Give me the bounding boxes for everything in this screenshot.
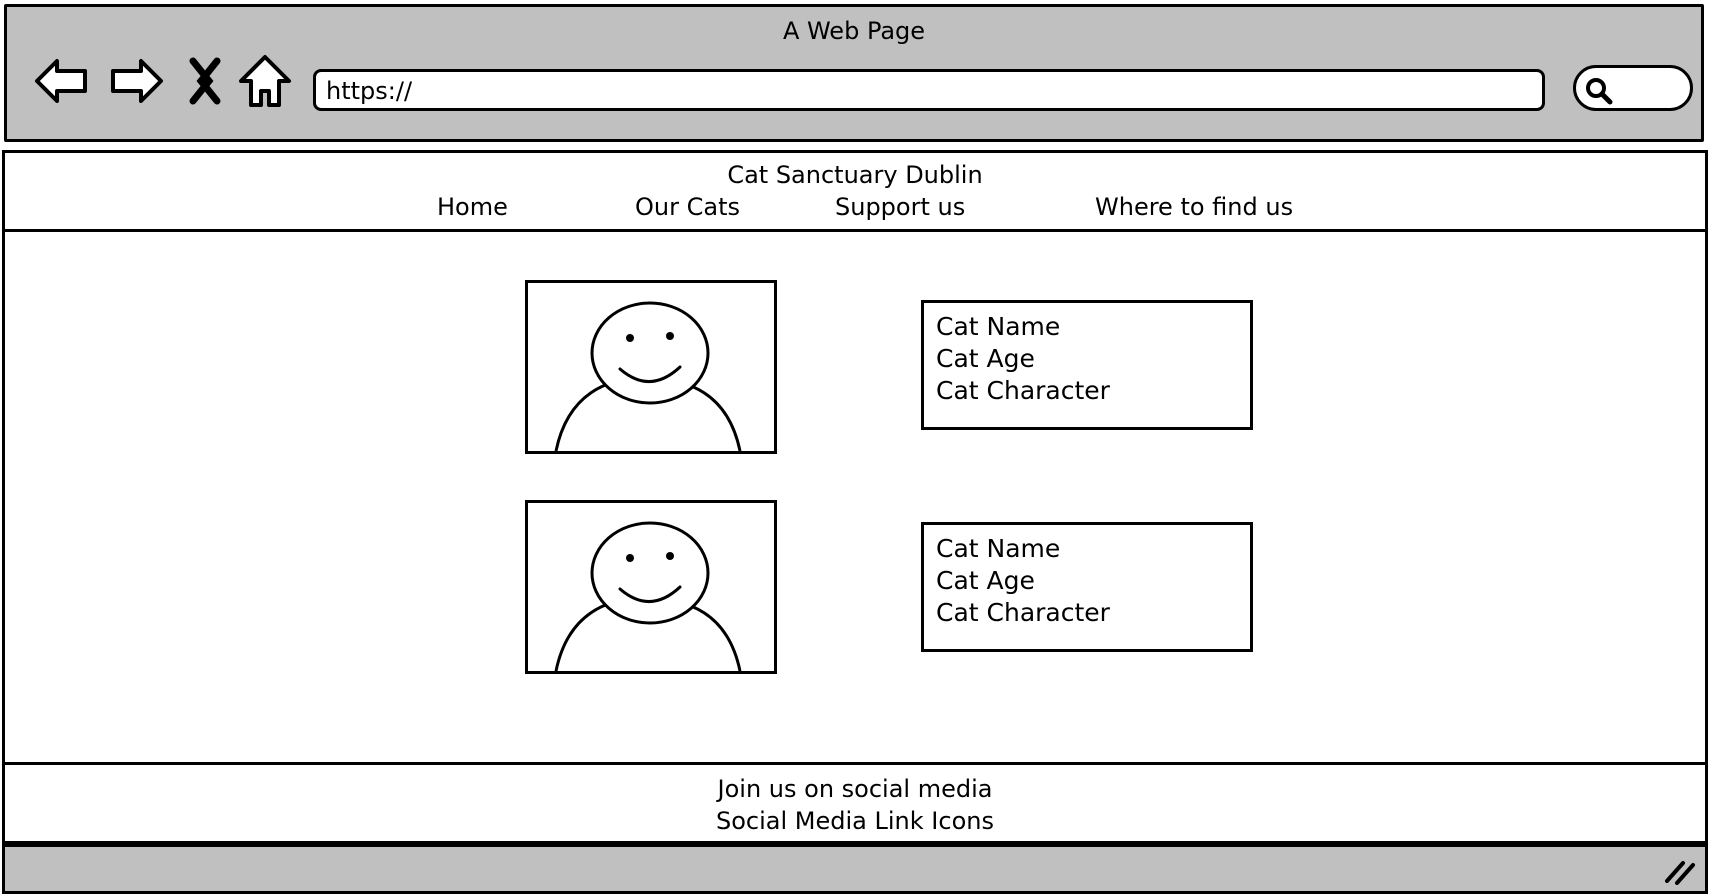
site-footer: Join us on social media Social Media Lin… — [2, 762, 1708, 844]
url-input[interactable]: https:// — [313, 69, 1545, 111]
social-media-links[interactable]: Social Media Link Icons — [5, 805, 1705, 837]
cat-info-card: Cat Name Cat Age Cat Character — [921, 522, 1253, 652]
site-title: Cat Sanctuary Dublin — [727, 161, 983, 189]
footer-social-heading: Join us on social media — [717, 775, 993, 803]
browser-window: A Web Page https:// Cat Sanctuary Dublin… — [0, 0, 1712, 896]
cat-character: Cat Character — [936, 376, 1110, 405]
person-placeholder-icon — [554, 521, 742, 671]
cat-name: Cat Name — [936, 534, 1061, 563]
status-bar — [2, 844, 1708, 894]
back-arrow-icon[interactable] — [31, 49, 95, 113]
cat-character: Cat Character — [936, 598, 1110, 627]
window-title: A Web Page — [782, 17, 926, 45]
cat-name: Cat Name — [936, 312, 1061, 341]
resize-grip-icon[interactable] — [1661, 855, 1697, 885]
home-icon[interactable] — [233, 49, 297, 113]
cat-photo-placeholder — [525, 280, 777, 454]
search-field[interactable] — [1573, 65, 1693, 111]
cat-info-card: Cat Name Cat Age Cat Character — [921, 300, 1253, 430]
nav-support-us[interactable]: Support us — [835, 193, 965, 221]
site-header: Cat Sanctuary Dublin Home Our Cats Suppo… — [2, 150, 1708, 232]
cat-age: Cat Age — [936, 566, 1035, 595]
forward-arrow-icon[interactable] — [103, 49, 167, 113]
cat-age: Cat Age — [936, 344, 1035, 373]
person-placeholder-icon — [554, 301, 742, 451]
nav-our-cats[interactable]: Our Cats — [635, 193, 740, 221]
browser-chrome: A Web Page https:// — [4, 4, 1704, 142]
cat-photo-placeholder — [525, 500, 777, 674]
nav-home[interactable]: Home — [437, 193, 508, 221]
main-content: Cat Name Cat Age Cat Character Cat Name … — [2, 232, 1708, 762]
search-icon — [1586, 78, 1613, 105]
nav-where-to-find-us[interactable]: Where to find us — [1095, 193, 1293, 221]
